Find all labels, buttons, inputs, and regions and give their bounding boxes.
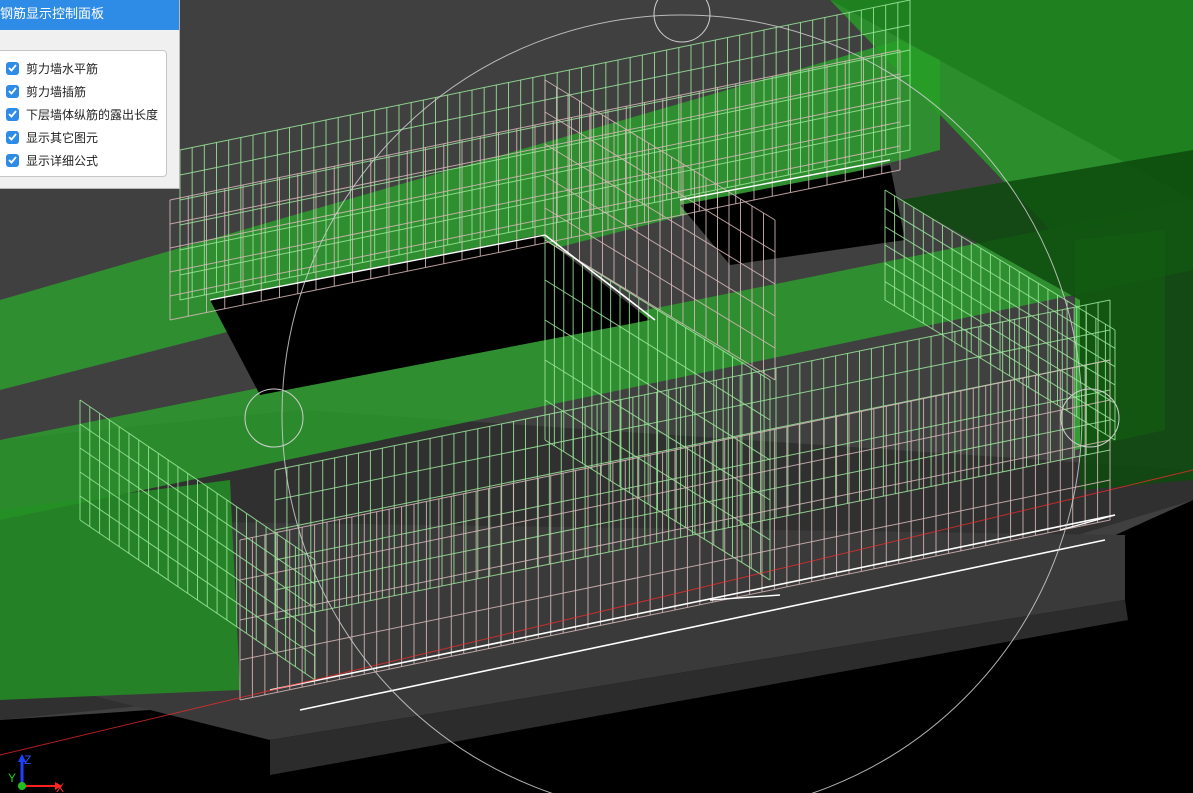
- option-label: 剪力墙水平筋: [26, 61, 99, 76]
- option-show-other-elements[interactable]: 显示其它图元: [6, 128, 98, 146]
- panel-title[interactable]: 钢筋显示控制面板: [0, 0, 179, 30]
- panel-options-group: 剪力墙水平筋 剪力墙插筋 下层墙体纵筋的露出长度 显示其它图元 显示详细公式: [0, 50, 167, 177]
- option-label: 显示其它图元: [26, 130, 99, 145]
- checkbox-checked-icon[interactable]: [6, 84, 19, 98]
- option-label: 下层墙体纵筋的露出长度: [26, 107, 159, 122]
- checkbox-checked-icon[interactable]: [6, 153, 19, 167]
- option-label: 剪力墙插筋: [26, 84, 87, 99]
- rebar-display-control-panel: 钢筋显示控制面板 剪力墙水平筋 剪力墙插筋 下层墙体纵筋的露出长度 显示其它图元…: [0, 0, 180, 189]
- wall-left-lower: [0, 480, 240, 700]
- axis-x-label: X: [56, 781, 64, 793]
- option-show-detailed-formula[interactable]: 显示详细公式: [6, 151, 98, 169]
- axis-y-label: Y: [8, 771, 16, 785]
- checkbox-checked-icon[interactable]: [6, 107, 19, 121]
- option-lower-wall-exposed-length[interactable]: 下层墙体纵筋的露出长度: [6, 105, 158, 123]
- option-wall-horizontal-rebar[interactable]: 剪力墙水平筋: [6, 59, 98, 77]
- checkbox-checked-icon[interactable]: [6, 130, 19, 144]
- option-label: 显示详细公式: [26, 153, 99, 168]
- checkbox-checked-icon[interactable]: [6, 61, 19, 75]
- axis-gizmo: X Y Z: [8, 753, 64, 793]
- axis-origin-icon: [18, 782, 26, 790]
- axis-z-label: Z: [24, 753, 31, 767]
- option-wall-dowel-rebar[interactable]: 剪力墙插筋: [6, 82, 86, 100]
